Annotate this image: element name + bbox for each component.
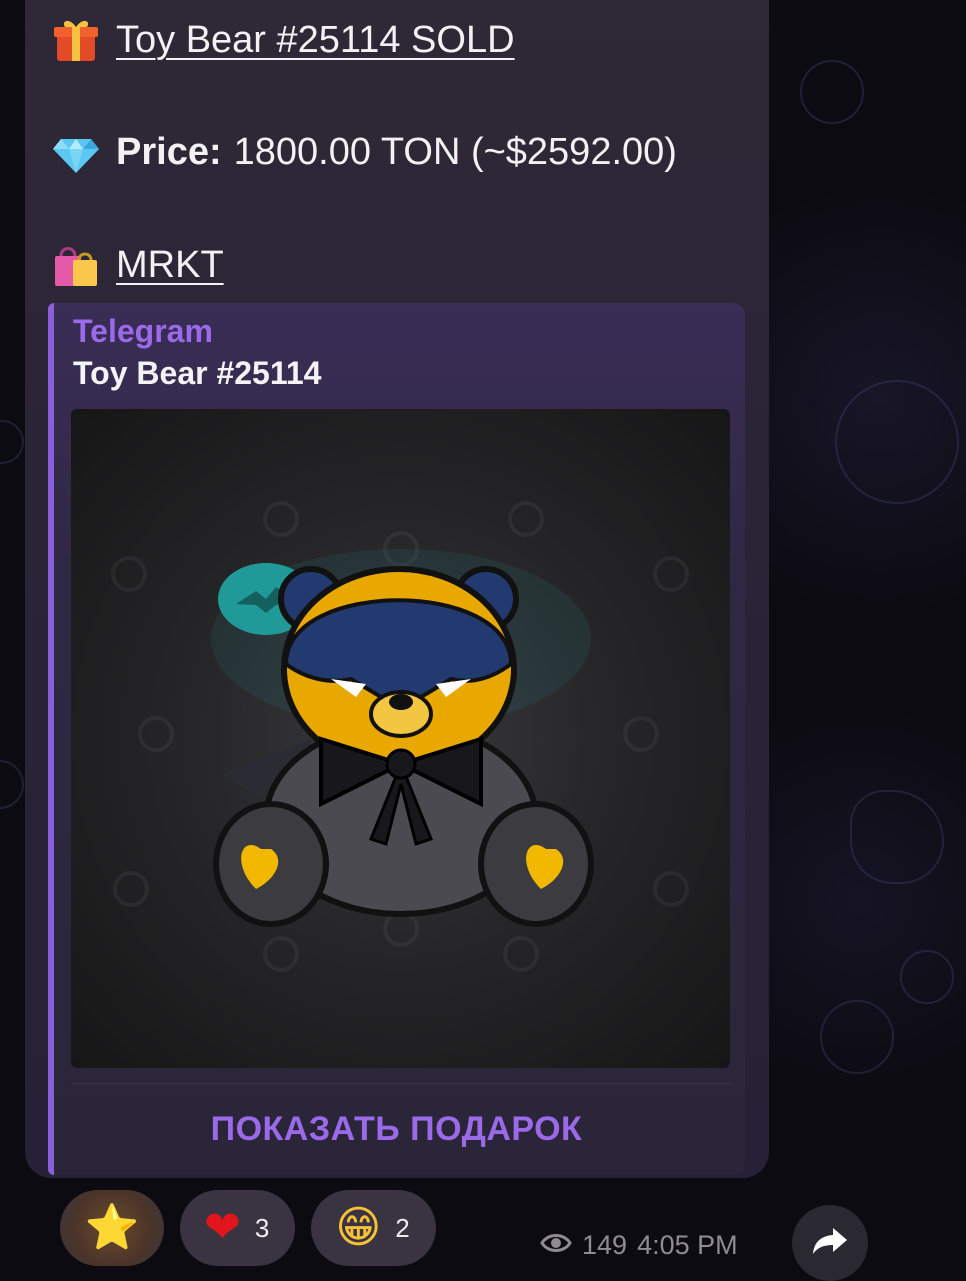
star-icon: ⭐ <box>85 1206 140 1250</box>
toy-bear-image[interactable] <box>71 409 730 1068</box>
preview-divider <box>71 1083 731 1084</box>
link-preview[interactable]: Telegram Toy Bear #25114 <box>48 303 745 1175</box>
view-count: 149 <box>582 1230 627 1261</box>
market-link[interactable]: MRKT <box>116 244 224 287</box>
gem-icon <box>50 126 102 178</box>
sold-link[interactable]: Toy Bear #25114 SOLD <box>116 19 515 62</box>
message-meta: 149 4:05 PM <box>540 1230 738 1261</box>
preview-title: Toy Bear #25114 <box>73 355 321 392</box>
share-arrow-icon <box>811 1226 849 1261</box>
gift-icon <box>50 14 102 66</box>
shopping-bags-icon <box>50 239 102 291</box>
grin-reaction[interactable]: 😁 2 <box>311 1190 435 1266</box>
sold-line: Toy Bear #25114 SOLD <box>50 14 515 66</box>
eye-icon <box>540 1230 572 1261</box>
share-button[interactable] <box>792 1205 868 1281</box>
price-line: Price: 1800.00 TON (~$2592.00) <box>50 126 677 178</box>
grin-count: 2 <box>395 1213 409 1244</box>
grin-icon: 😁 <box>335 1206 381 1250</box>
star-reaction[interactable]: ⭐ <box>60 1190 164 1266</box>
preview-accent-bar <box>48 303 54 1175</box>
market-line: MRKT <box>50 239 224 291</box>
heart-reaction[interactable]: ❤ 3 <box>180 1190 295 1266</box>
heart-icon: ❤ <box>204 1206 241 1250</box>
preview-site-name: Telegram <box>73 313 213 350</box>
show-gift-button[interactable]: ПОКАЗАТЬ ПОДАРОК <box>48 1103 745 1155</box>
heart-count: 3 <box>255 1213 269 1244</box>
price-label: Price: <box>116 131 222 174</box>
message-time: 4:05 PM <box>637 1230 738 1261</box>
reactions-bar: ⭐ ❤ 3 😁 2 <box>60 1190 436 1266</box>
price-value: 1800.00 TON (~$2592.00) <box>234 131 677 174</box>
